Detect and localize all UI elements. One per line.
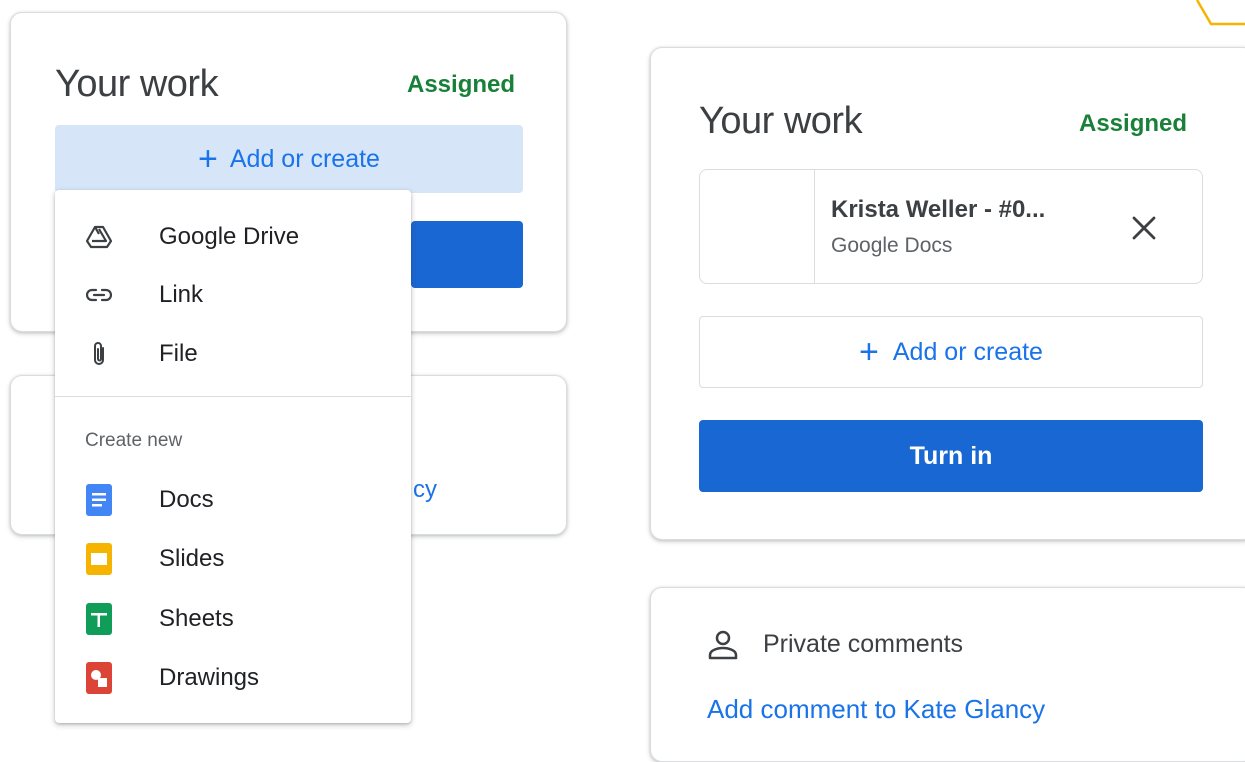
paperclip-icon	[85, 340, 113, 368]
close-icon[interactable]	[1124, 208, 1164, 248]
private-comments-heading: Private comments	[763, 630, 964, 658]
menu-item-label: Link	[159, 281, 204, 308]
link-icon	[85, 281, 113, 309]
card-title: Your work	[55, 63, 219, 105]
menu-item-link[interactable]: Link	[55, 270, 411, 320]
comment-link-partial[interactable]: cy	[413, 476, 437, 504]
plus-icon: +	[859, 333, 879, 371]
menu-item-file[interactable]: File	[55, 329, 411, 379]
status-badge: Assigned	[407, 71, 516, 98]
turn-in-label: Turn in	[909, 441, 993, 470]
create-new-heading: Create new	[85, 430, 183, 451]
add-or-create-button[interactable]: + Add or create	[699, 316, 1203, 388]
add-or-create-menu: Google Drive Link File Create new Docs S…	[55, 190, 411, 723]
menu-item-docs[interactable]: Docs	[55, 475, 411, 525]
menu-divider	[55, 396, 411, 397]
menu-item-slides[interactable]: Slides	[55, 534, 411, 584]
plus-icon: +	[198, 140, 218, 178]
docs-icon	[85, 484, 113, 516]
private-comments-card: Private comments Add comment to Kate Gla…	[650, 587, 1245, 762]
slides-icon	[85, 543, 113, 575]
attachment-thumbnail[interactable]	[700, 170, 815, 283]
menu-item-label: File	[159, 340, 198, 367]
attachment-type: Google Docs	[831, 234, 953, 257]
decorative-corner-shape	[1195, 0, 1245, 26]
menu-item-label: Docs	[159, 486, 214, 513]
turn-in-button[interactable]	[411, 221, 523, 288]
your-work-card-right: Your work Assigned Krista Weller - #0...…	[650, 47, 1245, 540]
card-title: Your work	[699, 100, 863, 142]
menu-item-drawings[interactable]: Drawings	[55, 653, 411, 703]
add-comment-link[interactable]: Add comment to Kate Glancy	[707, 694, 1045, 725]
google-drive-icon	[85, 223, 113, 251]
status-badge: Assigned	[1079, 110, 1188, 137]
menu-item-google-drive[interactable]: Google Drive	[55, 212, 411, 262]
menu-item-sheets[interactable]: Sheets	[55, 594, 411, 644]
menu-item-label: Google Drive	[159, 223, 300, 250]
attachment-name: Krista Weller - #0...	[831, 196, 1046, 223]
attachment-item[interactable]: Krista Weller - #0... Google Docs	[699, 169, 1203, 284]
add-or-create-label: Add or create	[892, 337, 1043, 366]
sheets-icon	[85, 603, 113, 635]
turn-in-button[interactable]: Turn in	[699, 420, 1203, 492]
add-or-create-button[interactable]: + Add or create	[55, 125, 523, 193]
add-or-create-label: Add or create	[229, 144, 380, 173]
menu-item-label: Drawings	[159, 664, 260, 691]
drawings-icon	[85, 662, 113, 694]
menu-item-label: Sheets	[159, 605, 234, 632]
person-icon	[706, 628, 740, 662]
menu-item-label: Slides	[159, 545, 225, 572]
